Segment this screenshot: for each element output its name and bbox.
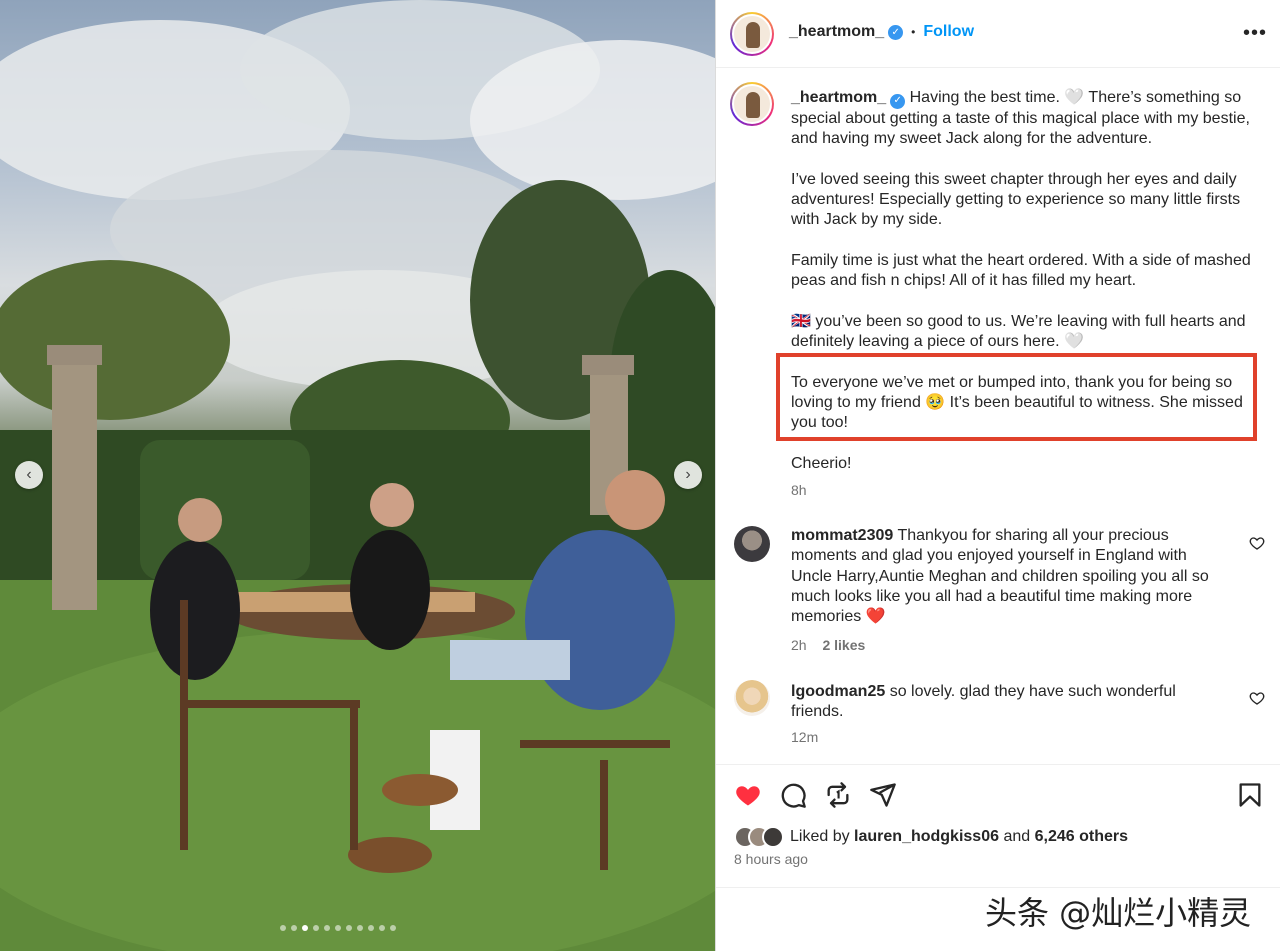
comment-like-count[interactable]: 2 likes <box>822 637 865 653</box>
carousel-indicator <box>280 925 396 931</box>
commenter-username[interactable]: lgoodman25 <box>791 683 885 700</box>
follow-button[interactable]: Follow <box>923 23 974 41</box>
liker-avatar <box>762 826 784 848</box>
comment-like-icon[interactable] <box>1249 690 1265 706</box>
verified-badge-icon: ✓ <box>890 93 906 109</box>
carousel-dot <box>379 925 385 931</box>
post-timestamp: 8 hours ago <box>734 851 808 867</box>
carousel-dot <box>280 925 286 931</box>
repost-icon[interactable] <box>824 781 852 809</box>
carousel-dot <box>324 925 330 931</box>
post-photo[interactable]: ‹ › <box>0 0 715 951</box>
commenter-avatar[interactable] <box>734 526 770 562</box>
caption-timestamp: 8h <box>791 481 807 498</box>
caption-username[interactable]: _heartmom_ <box>791 89 886 106</box>
caption-author-avatar[interactable] <box>730 82 774 126</box>
carousel-dot <box>368 925 374 931</box>
garden-scene-image <box>0 0 715 951</box>
comment-timestamp: 12m <box>791 729 819 745</box>
comment-bubble-icon[interactable] <box>779 781 807 809</box>
comment-meta: 2h 2 likes <box>791 637 865 653</box>
author-avatar[interactable] <box>730 12 774 56</box>
header-separator: • <box>911 25 916 39</box>
commenter-username[interactable]: mommat2309 <box>791 527 893 544</box>
carousel-dot <box>313 925 319 931</box>
likes-others-link[interactable]: 6,246 others <box>1035 828 1128 846</box>
carousel-dot <box>390 925 396 931</box>
bookmark-icon[interactable] <box>1236 781 1264 809</box>
likes-connector: and <box>1003 828 1031 845</box>
carousel-dot <box>335 925 341 931</box>
likes-prefix: Liked by <box>790 828 850 845</box>
caption-paragraph: 🇬🇧 you’ve been so good to us. We’re leav… <box>791 312 1246 350</box>
comment-text-block: mommat2309 Thankyou for sharing all your… <box>791 526 1231 627</box>
carousel-dot <box>346 925 352 931</box>
comment-timestamp: 2h <box>791 637 807 653</box>
watermark-text: 头条 @灿烂小精灵 <box>985 894 1252 932</box>
comment-like-icon[interactable] <box>1249 535 1265 551</box>
post-header: _heartmom_ ✓ • Follow ••• <box>716 0 1280 68</box>
carousel-prev-button[interactable]: ‹ <box>15 461 43 489</box>
carousel-dot <box>302 925 308 931</box>
post-side-panel: _heartmom_ ✓ • Follow ••• _heartmom_ ✓ Ha… <box>715 0 1280 951</box>
liker-username[interactable]: lauren_hodgkiss06 <box>854 828 999 846</box>
caption-paragraph: Family time is just what the heart order… <box>791 251 1251 290</box>
more-options-icon[interactable]: ••• <box>1243 22 1267 45</box>
caption-paragraph: I’ve loved seeing this sweet chapter thr… <box>791 170 1241 229</box>
likes-summary: Liked by lauren_hodgkiss06 and 6,246 oth… <box>734 826 1128 848</box>
send-icon[interactable] <box>869 781 897 809</box>
carousel-next-button[interactable]: › <box>674 461 702 489</box>
post-action-bar <box>716 764 1280 824</box>
comment-meta: 12m <box>791 729 818 745</box>
caption-paragraph: Cheerio! <box>791 454 852 472</box>
commenter-avatar[interactable] <box>734 680 770 716</box>
author-username[interactable]: _heartmom_ <box>789 23 884 41</box>
comment-text-block: lgoodman25 so lovely. glad they have suc… <box>791 682 1231 723</box>
highlight-annotation-box <box>776 353 1257 441</box>
carousel-dot <box>291 925 297 931</box>
verified-badge-icon: ✓ <box>888 24 904 40</box>
heart-icon[interactable] <box>734 781 762 809</box>
carousel-dot <box>357 925 363 931</box>
